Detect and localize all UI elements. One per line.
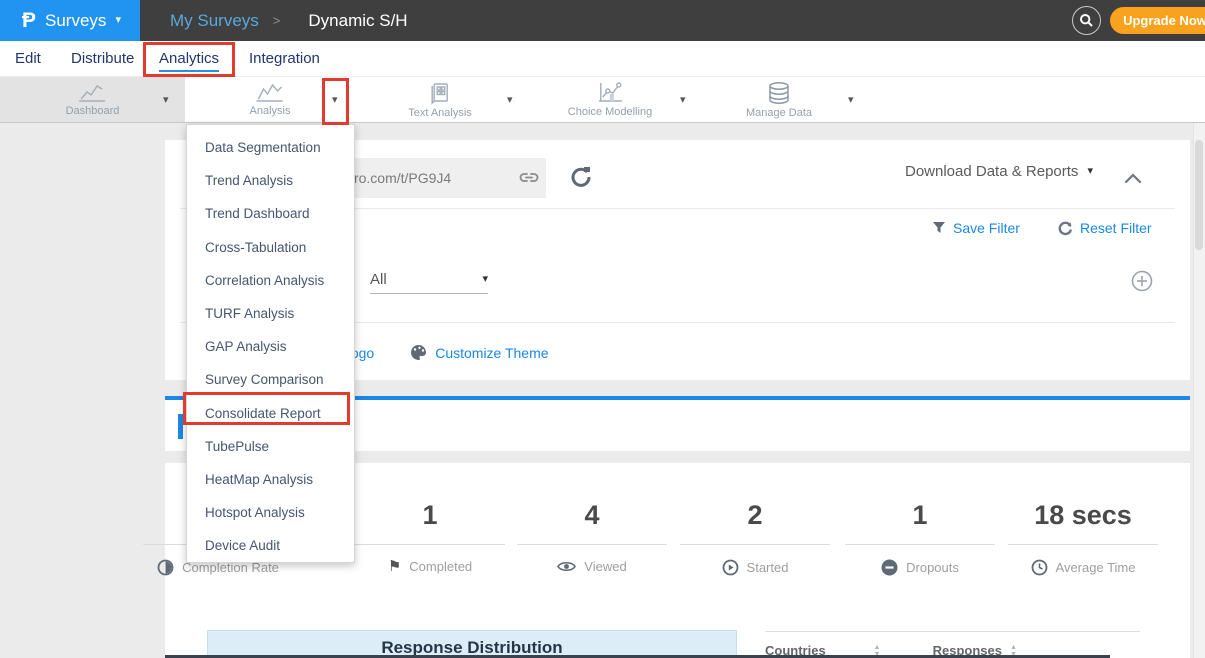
stat-label: Dropouts (906, 560, 959, 575)
toolbar-dashboard[interactable]: Dashboard ▾ (0, 77, 185, 122)
analysis-dropdown-menu: Data Segmentation Trend Analysis Trend D… (186, 124, 355, 563)
toolbar-analysis[interactable]: Analysis ▾ (185, 77, 355, 122)
analysis-caret-icon[interactable]: ▾ (332, 93, 338, 106)
countries-table-header: Countries ▲▼ Responses ▲▼ (765, 631, 1140, 658)
text-analysis-caret-icon[interactable]: ▾ (507, 93, 513, 106)
choice-modelling-icon (596, 81, 624, 104)
flag-icon: ⚑ (388, 559, 401, 574)
download-data-reports-label: Download Data & Reports (905, 163, 1078, 180)
tab-distribute[interactable]: Distribute (71, 50, 134, 67)
completion-rate-icon (157, 559, 174, 576)
minus-circle-icon (881, 559, 898, 576)
upgrade-now-button[interactable]: Upgrade Now (1110, 7, 1205, 34)
screen: Ᵽ Surveys ▾ My Surveys > Dynamic S/H Upg… (0, 0, 1205, 658)
refresh-icon (1058, 221, 1073, 236)
toolbar-analysis-label: Analysis (250, 105, 291, 117)
menu-item-heatmap-analysis[interactable]: HeatMap Analysis (187, 463, 354, 496)
survey-settings-icon[interactable] (568, 165, 592, 189)
section-accent-bar (178, 414, 183, 439)
toolbar-dashboard-label: Dashboard (66, 105, 120, 117)
stat-value: 1 (912, 500, 927, 536)
tab-edit[interactable]: Edit (15, 50, 41, 67)
breadcrumb-my-surveys[interactable]: My Surveys (170, 11, 259, 31)
scrollbar-thumb[interactable] (1195, 140, 1203, 250)
customize-theme-link[interactable]: Customize Theme (435, 345, 548, 361)
analysis-chart-icon (255, 81, 285, 103)
stat-started: 2 Started (675, 500, 835, 576)
manage-data-caret-icon[interactable]: ▾ (848, 93, 854, 106)
questionpro-logo-icon: Ᵽ (22, 9, 36, 33)
stat-label: Started (747, 560, 789, 575)
menu-item-correlation-analysis[interactable]: Correlation Analysis (187, 264, 354, 297)
tab-integration[interactable]: Integration (249, 50, 320, 67)
menu-item-trend-analysis[interactable]: Trend Analysis (187, 164, 354, 197)
text-analysis-icon (428, 81, 452, 105)
stat-average-time: 18 secs Average Time (1003, 500, 1163, 576)
breadcrumb-separator-icon: > (273, 13, 281, 28)
dashboard-chart-icon (77, 81, 107, 103)
toolbar-manage-data-label: Manage Data (746, 107, 812, 119)
toolbar-choice-modelling-label: Choice Modelling (568, 106, 652, 118)
search-button[interactable] (1072, 6, 1101, 35)
breadcrumb-current-survey: Dynamic S/H (308, 11, 407, 31)
reset-filter-label: Reset Filter (1080, 220, 1152, 236)
survey-nav-tabs: Edit Distribute Analytics Integration (0, 41, 1205, 77)
tab-analytics[interactable]: Analytics (159, 50, 219, 72)
app-menu-label: Surveys (45, 11, 106, 31)
stat-viewed: 4 Viewed (512, 500, 672, 574)
add-filter-plus-icon[interactable] (1131, 270, 1153, 292)
stat-value: 1 (422, 500, 437, 536)
stat-label: Completed (409, 559, 472, 574)
reset-filter-button[interactable]: Reset Filter (1058, 220, 1152, 236)
eye-icon (557, 560, 576, 573)
stat-label: Viewed (584, 559, 626, 574)
play-circle-icon (722, 559, 739, 576)
toolbar-text-analysis[interactable]: Text Analysis ▾ (355, 77, 525, 122)
menu-item-trend-dashboard[interactable]: Trend Dashboard (187, 197, 354, 230)
analytics-toolbar: Dashboard ▾ Analysis ▾ Text Analy (0, 77, 1205, 123)
menu-item-hotspot-analysis[interactable]: Hotspot Analysis (187, 496, 354, 529)
dashboard-caret-icon[interactable]: ▾ (163, 93, 169, 106)
menu-item-survey-comparison[interactable]: Survey Comparison (187, 363, 354, 396)
toolbar-text-analysis-label: Text Analysis (408, 107, 472, 119)
menu-item-consolidate-report[interactable]: Consolidate Report (187, 397, 354, 430)
toolbar-manage-data[interactable]: Manage Data ▾ (695, 77, 863, 122)
search-icon (1079, 13, 1094, 28)
stat-label: Average Time (1056, 560, 1136, 575)
chevron-down-icon: ▾ (115, 15, 121, 26)
save-filter-label: Save Filter (953, 220, 1020, 236)
menu-item-device-audit[interactable]: Device Audit (187, 529, 354, 562)
stat-value: 18 secs (1034, 500, 1132, 536)
link-icon[interactable] (518, 168, 540, 188)
funnel-icon (932, 221, 946, 235)
surveys-app-menu[interactable]: Ᵽ Surveys ▾ (0, 0, 140, 41)
menu-item-gap-analysis[interactable]: GAP Analysis (187, 330, 354, 363)
stat-dropouts: 1 Dropouts (840, 500, 1000, 576)
collapse-chevron-up-icon[interactable] (1124, 172, 1142, 184)
all-filter-dropdown[interactable]: All ▾ (370, 266, 488, 294)
menu-item-turf-analysis[interactable]: TURF Analysis (187, 297, 354, 330)
all-filter-caret-icon: ▾ (482, 274, 488, 285)
stat-value: 2 (747, 500, 762, 536)
save-filter-button[interactable]: Save Filter (932, 220, 1020, 236)
top-bar: My Surveys > Dynamic S/H (140, 0, 1205, 41)
all-filter-value: All (370, 271, 387, 288)
menu-item-cross-tabulation[interactable]: Cross-Tabulation (187, 231, 354, 264)
stat-value: 4 (584, 500, 599, 536)
palette-icon (410, 344, 427, 361)
choice-modelling-caret-icon[interactable]: ▾ (680, 93, 686, 106)
manage-data-database-icon (766, 81, 792, 105)
toolbar-choice-modelling[interactable]: Choice Modelling ▾ (525, 77, 695, 122)
menu-item-tubepulse[interactable]: TubePulse (187, 430, 354, 463)
download-caret-icon: ▾ (1087, 166, 1093, 177)
stat-completed: 1 ⚑ Completed (350, 500, 510, 574)
clock-icon (1031, 559, 1048, 576)
menu-item-data-segmentation[interactable]: Data Segmentation (187, 131, 354, 164)
download-data-reports-menu[interactable]: Download Data & Reports ▾ (905, 163, 1093, 180)
response-distribution-header: Response Distribution (207, 630, 737, 658)
